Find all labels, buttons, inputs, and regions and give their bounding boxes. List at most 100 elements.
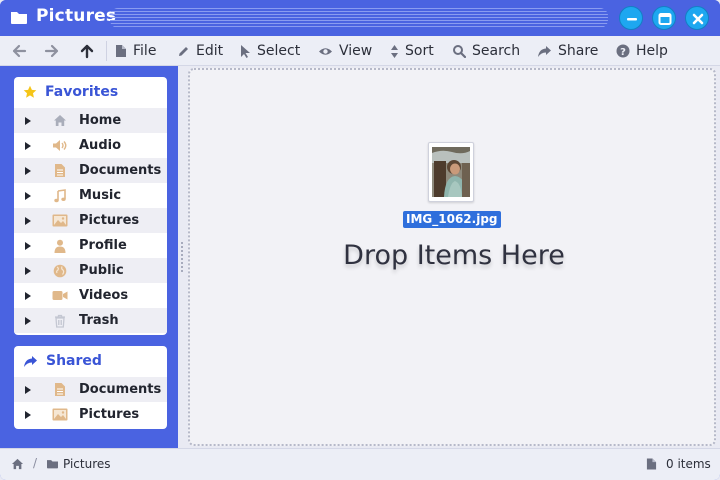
sort-icon (391, 44, 398, 58)
video-icon (52, 291, 68, 300)
minimize-icon (627, 18, 637, 21)
search-menu-button[interactable]: Search (452, 36, 520, 66)
maximize-icon (658, 13, 672, 25)
sidebar-item-documents[interactable]: Documents (14, 158, 167, 183)
share-menu-label: Share (558, 43, 599, 59)
toolbar: File Edit Select View Sort Search Share … (0, 36, 720, 66)
help-menu-label: Help (636, 43, 668, 59)
help-menu-button[interactable]: ? Help (616, 36, 668, 66)
select-menu-button[interactable]: Select (240, 36, 300, 66)
search-icon (453, 45, 466, 58)
sort-menu-label: Sort (405, 43, 434, 59)
file-icon (646, 458, 657, 470)
document-icon (55, 383, 65, 396)
status-bar: / Pictures 0 items (0, 448, 720, 480)
file-name-label[interactable]: IMG_1062.jpg (403, 211, 501, 228)
expand-arrow-icon[interactable] (25, 141, 31, 150)
expand-arrow-icon[interactable] (25, 266, 31, 275)
sidebar: Favorites Home Audio Documents Music Pic… (4, 66, 178, 448)
speaker-icon (53, 140, 67, 151)
close-button[interactable] (685, 6, 709, 30)
pencil-icon (179, 46, 188, 56)
sidebar-item-label: Trash (79, 313, 119, 328)
help-icon: ? (616, 44, 630, 58)
sidebar-item-public[interactable]: Public (14, 258, 167, 283)
share-menu-button[interactable]: Share (537, 36, 598, 66)
breadcrumb-separator: / (33, 456, 38, 470)
shared-panel: Shared Documents Pictures (14, 346, 167, 429)
sidebar-item-pictures[interactable]: Pictures (14, 208, 167, 233)
file-manager-window: Pictures File Edit Select View Sort Sear… (0, 0, 720, 480)
globe-icon (53, 264, 67, 277)
file-menu-label: File (133, 43, 157, 59)
svg-text:?: ? (620, 47, 626, 58)
sidebar-item-music[interactable]: Music (14, 183, 167, 208)
share-icon (24, 355, 37, 367)
folder-icon (11, 12, 27, 24)
sidebar-item-trash[interactable]: Trash (14, 308, 167, 333)
sidebar-item-label: Home (79, 113, 122, 128)
expand-arrow-icon[interactable] (25, 116, 31, 125)
person-icon (54, 239, 66, 253)
edit-menu-button[interactable]: Edit (177, 36, 223, 66)
expand-arrow-icon[interactable] (25, 385, 31, 394)
home-icon (54, 115, 66, 126)
trash-icon (55, 314, 65, 328)
sidebar-item-label: Audio (79, 138, 122, 153)
maximize-button[interactable] (652, 6, 676, 30)
search-menu-label: Search (472, 43, 521, 59)
title-grip[interactable] (110, 8, 608, 28)
shared-item-label: Pictures (79, 407, 140, 422)
sidebar-item-label: Music (79, 188, 122, 203)
picture-icon (52, 408, 68, 421)
document-icon (55, 164, 65, 177)
content-area: IMG_1062.jpg Drop Items Here (186, 66, 720, 448)
shared-title: Shared (46, 353, 102, 369)
title-bar[interactable]: Pictures (0, 0, 720, 36)
view-menu-button[interactable]: View (318, 36, 372, 66)
file-menu-button[interactable]: File (115, 36, 156, 66)
sidebar-item-home[interactable]: Home (14, 108, 167, 133)
breadcrumb-item[interactable]: Pictures (63, 457, 111, 471)
drop-message: Drop Items Here (343, 240, 565, 271)
expand-arrow-icon[interactable] (25, 216, 31, 225)
music-icon (54, 188, 66, 202)
shared-item-pictures[interactable]: Pictures (14, 402, 167, 427)
forward-arrow-icon[interactable] (44, 43, 60, 59)
sidebar-item-label: Documents (79, 163, 162, 178)
up-arrow-icon[interactable] (79, 43, 95, 59)
splitter-grip[interactable] (181, 242, 183, 272)
expand-arrow-icon[interactable] (25, 241, 31, 250)
shared-header[interactable]: Shared (14, 346, 167, 376)
favorites-title: Favorites (45, 84, 119, 100)
home-icon[interactable] (11, 458, 24, 470)
favorites-panel: Favorites Home Audio Documents Music Pic… (14, 77, 167, 335)
back-arrow-icon[interactable] (11, 43, 27, 59)
sort-menu-button[interactable]: Sort (390, 36, 434, 66)
shared-item-documents[interactable]: Documents (14, 377, 167, 402)
expand-arrow-icon[interactable] (25, 166, 31, 175)
expand-arrow-icon[interactable] (25, 291, 31, 300)
expand-arrow-icon[interactable] (25, 191, 31, 200)
star-icon (23, 85, 37, 98)
drop-zone[interactable]: IMG_1062.jpg Drop Items Here (188, 68, 716, 446)
expand-arrow-icon[interactable] (25, 316, 31, 325)
view-menu-label: View (339, 43, 373, 59)
shared-item-label: Documents (79, 382, 162, 397)
minimize-button[interactable] (619, 6, 643, 30)
sidebar-item-audio[interactable]: Audio (14, 133, 167, 158)
select-menu-label: Select (257, 43, 301, 59)
file-icon (116, 45, 126, 57)
sidebar-item-videos[interactable]: Videos (14, 283, 167, 308)
favorites-header[interactable]: Favorites (14, 77, 167, 107)
sidebar-item-label: Profile (79, 238, 127, 253)
cursor-icon (241, 44, 250, 58)
expand-arrow-icon[interactable] (25, 410, 31, 419)
sidebar-item-profile[interactable]: Profile (14, 233, 167, 258)
sidebar-item-label: Videos (79, 288, 129, 303)
photo-thumbnail-image (432, 147, 470, 197)
share-icon (538, 45, 551, 57)
toolbar-separator (106, 41, 107, 61)
file-thumbnail[interactable] (428, 142, 474, 202)
sidebar-splitter[interactable] (178, 66, 186, 448)
